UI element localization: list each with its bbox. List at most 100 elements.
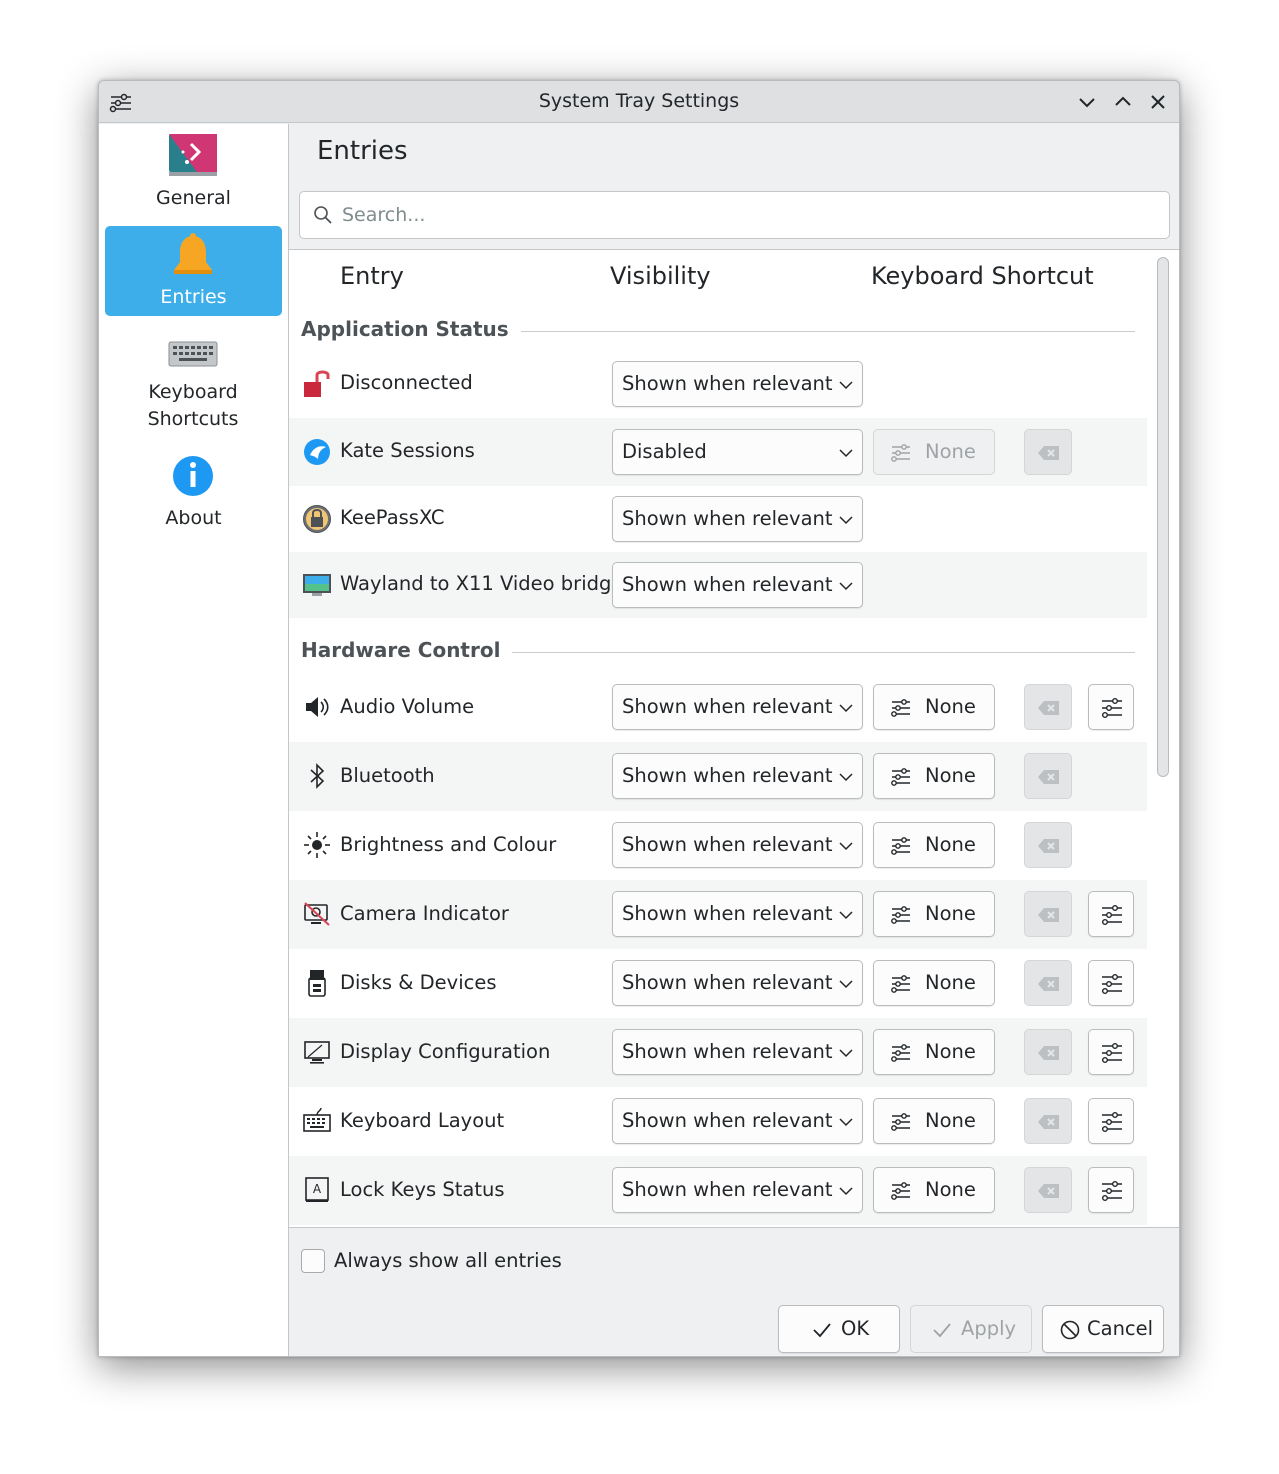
close-icon[interactable] — [1146, 90, 1170, 114]
chevron-down-icon — [839, 516, 853, 525]
visibility-select[interactable]: Shown when relevant — [612, 496, 863, 542]
shortcut-button[interactable]: None — [873, 960, 995, 1006]
shortcut-value: None — [925, 971, 976, 994]
search-input[interactable] — [340, 198, 1140, 232]
column-header-visibility: Visibility — [610, 262, 711, 290]
bluetooth-icon — [310, 763, 325, 789]
configure-entry-button[interactable] — [1088, 1098, 1134, 1144]
monitor-icon — [304, 1041, 330, 1064]
clear-shortcut-button[interactable] — [1024, 1098, 1072, 1144]
entry-name: Display Configuration — [340, 1040, 551, 1063]
chevron-down-icon — [839, 704, 853, 713]
list-item: Disconnected Shown when relevant — [289, 350, 1147, 418]
configure-shortcut-icon — [891, 837, 910, 855]
visibility-value: Shown when relevant — [622, 372, 833, 395]
shortcut-value: None — [925, 695, 976, 718]
clear-shortcut-button[interactable] — [1024, 753, 1072, 799]
configure-entry-button[interactable] — [1088, 1029, 1134, 1075]
entry-name: Lock Keys Status — [340, 1178, 505, 1201]
lock-keys-icon: A — [305, 1177, 329, 1202]
column-header-entry: Entry — [340, 262, 404, 290]
configure-entry-button[interactable] — [1088, 891, 1134, 937]
clear-shortcut-button[interactable] — [1024, 822, 1072, 868]
clear-shortcut-button[interactable] — [1024, 1029, 1072, 1075]
shortcut-button[interactable]: None — [873, 1098, 995, 1144]
chevron-down-icon — [839, 1118, 853, 1127]
shortcut-value: None — [925, 833, 976, 856]
visibility-value: Shown when relevant — [622, 507, 833, 530]
sidebar-item-keyboard-shortcuts[interactable]: Keyboard Shortcuts — [105, 328, 282, 440]
shortcut-button[interactable]: None — [873, 1167, 995, 1213]
page-title: Entries — [317, 136, 408, 166]
maximize-icon[interactable] — [1111, 90, 1135, 114]
entry-name: Disks & Devices — [340, 971, 497, 994]
list-item: Keyboard Layout Shown when relevant None — [289, 1087, 1147, 1156]
list-item: Audio Volume Shown when relevant None — [289, 673, 1147, 742]
shortcut-button[interactable]: None — [873, 753, 995, 799]
visibility-select[interactable]: Shown when relevant — [612, 562, 863, 608]
visibility-select[interactable]: Shown when relevant — [612, 1167, 863, 1213]
visibility-select[interactable]: Disabled — [612, 429, 863, 475]
visibility-value: Disabled — [622, 440, 707, 463]
ok-button[interactable]: OK — [778, 1305, 900, 1353]
system-tray-settings-window: System Tray Settings General Entries Key… — [98, 80, 1180, 1357]
configure-entry-button[interactable] — [1088, 960, 1134, 1006]
backspace-icon — [1038, 1046, 1059, 1060]
visibility-select[interactable]: Shown when relevant — [612, 960, 863, 1006]
shortcut-button[interactable]: None — [873, 429, 995, 475]
shortcut-button[interactable]: None — [873, 684, 995, 730]
checkmark-icon — [933, 1323, 951, 1338]
sidebar-item-general[interactable]: General — [105, 124, 282, 220]
configure-shortcut-icon — [891, 768, 910, 786]
sidebar: General Entries Keyboard Shortcuts About — [99, 124, 289, 1356]
backspace-icon — [1038, 1115, 1059, 1129]
clear-shortcut-button[interactable] — [1024, 891, 1072, 937]
clear-shortcut-button[interactable] — [1024, 960, 1072, 1006]
visibility-select[interactable]: Shown when relevant — [612, 684, 863, 730]
visibility-value: Shown when relevant — [622, 971, 833, 994]
shortcut-button[interactable]: None — [873, 822, 995, 868]
column-header-shortcut: Keyboard Shortcut — [871, 262, 1094, 290]
sidebar-item-about[interactable]: About — [105, 452, 282, 548]
visibility-select[interactable]: Shown when relevant — [612, 891, 863, 937]
list-item: Wayland to X11 Video bridge Shown when r… — [289, 552, 1147, 618]
minimize-icon[interactable] — [1075, 90, 1099, 114]
clear-shortcut-button[interactable] — [1024, 429, 1072, 475]
sidebar-item-entries[interactable]: Entries — [105, 226, 282, 316]
scrollbar[interactable] — [1157, 257, 1169, 777]
section-application-status: Application Status — [301, 317, 1135, 347]
shortcut-value: None — [925, 764, 976, 787]
entry-name: Camera Indicator — [340, 902, 509, 925]
configure-shortcut-icon — [891, 975, 910, 993]
configure-entry-button[interactable] — [1088, 1167, 1134, 1213]
search-field[interactable] — [299, 191, 1170, 239]
always-show-checkbox[interactable] — [301, 1249, 325, 1273]
main-panel: Entries Entry Visibility Keyboard Shortc… — [289, 124, 1179, 1356]
clear-shortcut-button[interactable] — [1024, 1167, 1072, 1213]
apply-button[interactable]: Apply — [910, 1305, 1032, 1353]
cancel-button[interactable]: Cancel — [1042, 1305, 1164, 1353]
backspace-icon — [1038, 446, 1059, 460]
chevron-down-icon — [839, 1049, 853, 1058]
shortcut-button[interactable]: None — [873, 891, 995, 937]
entries-list[interactable]: Entry Visibility Keyboard Shortcut Appli… — [289, 249, 1179, 1228]
window-title: System Tray Settings — [538, 90, 740, 112]
visibility-select[interactable]: Shown when relevant — [612, 822, 863, 868]
backspace-icon — [1038, 908, 1059, 922]
configure-entry-button[interactable] — [1088, 684, 1134, 730]
visibility-value: Shown when relevant — [622, 902, 833, 925]
title-bar: System Tray Settings — [99, 81, 1179, 123]
shortcut-button[interactable]: None — [873, 1029, 995, 1075]
list-item: Bluetooth Shown when relevant None — [289, 742, 1147, 811]
entry-name: Disconnected — [340, 371, 473, 394]
visibility-select[interactable]: Shown when relevant — [612, 753, 863, 799]
entry-name: Kate Sessions — [340, 439, 475, 462]
entry-name: Audio Volume — [340, 695, 475, 718]
chevron-down-icon — [839, 1187, 853, 1196]
visibility-select[interactable]: Shown when relevant — [612, 361, 863, 407]
bell-icon — [174, 233, 212, 274]
list-item: A Lock Keys Status Shown when relevant None — [289, 1156, 1147, 1225]
visibility-select[interactable]: Shown when relevant — [612, 1098, 863, 1144]
clear-shortcut-button[interactable] — [1024, 684, 1072, 730]
visibility-select[interactable]: Shown when relevant — [612, 1029, 863, 1075]
